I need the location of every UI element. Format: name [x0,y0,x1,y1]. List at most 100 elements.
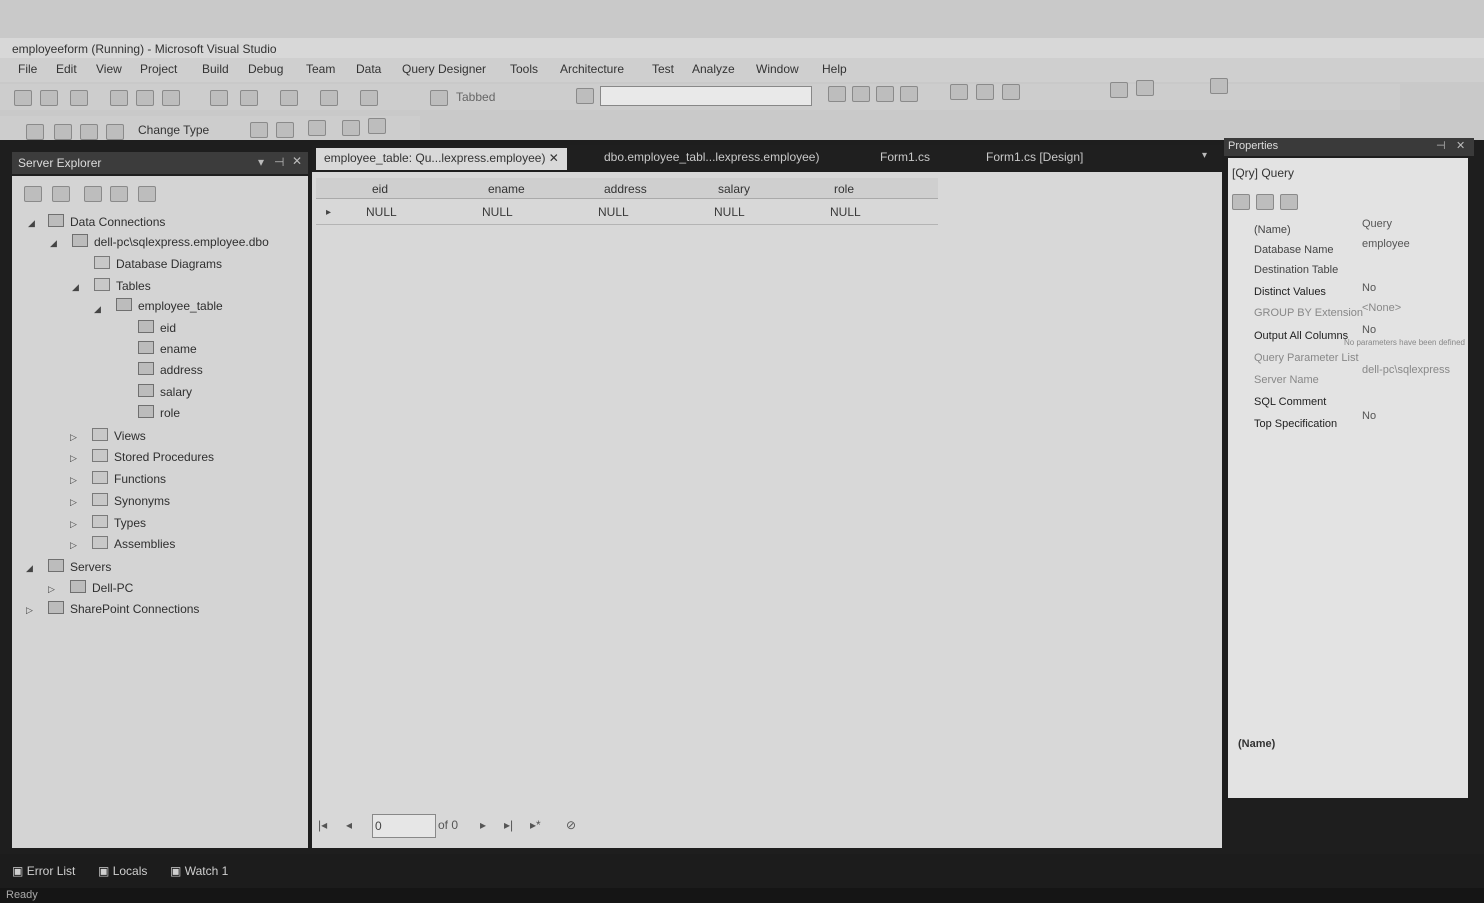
alphabetical-icon[interactable] [1256,194,1274,210]
tab-form1-design[interactable]: Form1.cs [Design] [986,150,1083,164]
verify-icon[interactable] [276,122,294,138]
menu-query-designer[interactable]: Query Designer [402,62,486,76]
menu-view[interactable]: View [96,62,122,76]
prop-database-name-value[interactable]: employee [1362,238,1410,250]
group-by-icon[interactable] [1136,80,1154,96]
save-icon[interactable] [110,90,128,106]
tab-query-designer[interactable]: employee_table: Qu...lexpress.employee) … [316,148,567,170]
cell-salary[interactable]: NULL [714,205,745,219]
prop-query-parameter-list[interactable]: Query Parameter List [1254,352,1359,364]
tree-types[interactable]: Types [92,515,146,530]
menu-edit[interactable]: Edit [56,62,77,76]
menu-file[interactable]: File [18,62,37,76]
tree-column-address[interactable]: address [138,362,203,377]
new-project-icon[interactable] [14,90,32,106]
add-table2-icon[interactable] [342,120,360,136]
cell-role[interactable]: NULL [830,205,861,219]
stop-refresh-icon[interactable] [52,186,70,202]
cell-address[interactable]: NULL [598,205,629,219]
group-icon[interactable] [308,120,326,136]
tree-tables[interactable]: Tables [94,278,151,293]
menu-analyze[interactable]: Analyze [692,62,735,76]
tab-table-data[interactable]: dbo.employee_tabl...lexpress.employee) [604,150,819,164]
expand-icon[interactable]: ▷ [70,497,77,508]
debug-target[interactable]: Tabbed [456,90,495,104]
start-debug-icon[interactable] [430,90,448,106]
tree-views[interactable]: Views [92,428,146,443]
tab-watch-1[interactable]: ▣ Watch 1 [170,864,228,878]
tree-server-dell-pc[interactable]: Dell-PC [70,580,133,595]
expand-icon[interactable]: ▷ [70,453,77,464]
next-record-icon[interactable]: ▸ [480,818,486,832]
record-position-input[interactable] [372,814,436,838]
tree-column-ename[interactable]: ename [138,341,197,356]
column-header-salary[interactable]: salary [718,182,750,196]
pane-dropdown-icon[interactable]: ▾ [258,155,264,169]
tree-synonyms[interactable]: Synonyms [92,493,170,508]
tree-assemblies[interactable]: Assemblies [92,536,175,551]
prop-group-by-extension[interactable]: GROUP BY Extension [1254,307,1363,319]
collapse-icon[interactable]: ◢ [94,304,101,315]
menu-data[interactable]: Data [356,62,381,76]
menu-build[interactable]: Build [202,62,229,76]
save-all-icon[interactable] [136,90,154,106]
tab-list-dropdown-icon[interactable]: ▾ [1202,150,1207,161]
tree-data-connections[interactable]: Data Connections [48,214,165,229]
prop-output-all-columns[interactable]: Output All Columns [1254,330,1348,342]
filter-icon[interactable] [852,86,870,102]
show-results-icon[interactable] [106,124,124,140]
last-record-icon[interactable]: ▸| [504,818,513,832]
menu-debug[interactable]: Debug [248,62,283,76]
tree-column-eid[interactable]: eid [138,320,176,335]
column-header-address[interactable]: address [604,182,647,196]
show-diagram-icon[interactable] [26,124,44,140]
menu-help[interactable]: Help [822,62,847,76]
collapse-icon[interactable]: ◢ [28,218,35,229]
tree-sharepoint[interactable]: SharePoint Connections [48,601,199,616]
prop-distinct-values-value[interactable]: No [1362,282,1376,294]
tree-column-salary[interactable]: salary [138,384,192,399]
column-header-ename[interactable]: ename [488,182,525,196]
tab-error-list[interactable]: ▣ Error List [12,864,75,878]
navigate-back-icon[interactable] [360,90,378,106]
execute-icon[interactable] [250,122,268,138]
tree-employee-table[interactable]: employee_table [116,298,223,313]
refresh-icon[interactable] [24,186,42,202]
query-tool-icon[interactable] [828,86,846,102]
column-header-role[interactable]: role [834,182,854,196]
new-record-icon[interactable]: ▸* [530,818,541,832]
stop-query-icon[interactable]: ⊘ [566,818,576,832]
prop-top-specification[interactable]: Top Specification [1254,418,1337,430]
find-combo[interactable] [600,86,812,106]
prop-server-name-value[interactable]: dell-pc\sqlexpress [1362,364,1450,376]
add-table-icon[interactable] [1210,78,1228,94]
redo-icon[interactable] [320,90,338,106]
previous-record-icon[interactable]: ◂ [346,818,352,832]
cut-icon[interactable] [162,90,180,106]
menu-window[interactable]: Window [756,62,799,76]
property-pages-icon[interactable] [1280,194,1298,210]
prop-name-value[interactable]: Query [1362,218,1392,230]
menu-test[interactable]: Test [652,62,674,76]
tab-locals[interactable]: ▣ Locals [98,864,147,878]
categorized-icon[interactable] [1232,194,1250,210]
menu-architecture[interactable]: Architecture [560,62,624,76]
prop-group-by-extension-value[interactable]: <None> [1362,302,1401,314]
menu-project[interactable]: Project [140,62,177,76]
tree-database-diagrams[interactable]: Database Diagrams [94,256,222,271]
collapse-icon[interactable]: ◢ [26,563,33,574]
prop-distinct-values[interactable]: Distinct Values [1254,286,1326,298]
connect-sharepoint-icon[interactable] [138,186,156,202]
column-header-eid[interactable]: eid [372,182,388,196]
tree-servers[interactable]: Servers [48,559,111,574]
prop-top-specification-value[interactable]: No [1362,410,1376,422]
open-file-icon[interactable] [70,90,88,106]
collapse-icon[interactable]: ◢ [72,282,79,293]
expand-icon[interactable]: ▷ [48,584,55,595]
prop-sql-comment[interactable]: SQL Comment [1254,396,1326,408]
paste-icon[interactable] [240,90,258,106]
connect-server-icon[interactable] [110,186,128,202]
prop-name[interactable]: (Name) [1254,224,1291,236]
add-new-derived-icon[interactable] [368,118,386,134]
collapse-icon[interactable]: ◢ [50,238,57,249]
